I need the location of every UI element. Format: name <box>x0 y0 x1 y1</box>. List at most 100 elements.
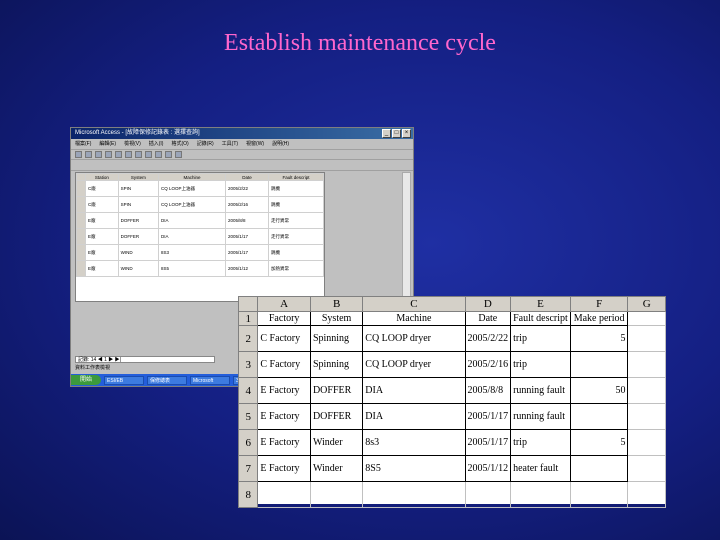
table-row[interactable]: E廠 WIND 8S5 2005/1/12 加熱異常 <box>76 260 324 277</box>
sheet-cell[interactable]: 2005/1/17 <box>464 429 512 456</box>
sheet-cell[interactable] <box>569 481 629 508</box>
table-cell[interactable]: 走行異常 <box>268 228 324 245</box>
taskbar-item[interactable]: 保修總表 <box>147 375 187 385</box>
sheet-cell[interactable]: DIA <box>362 403 466 430</box>
table-cell[interactable]: 跳機 <box>268 244 324 261</box>
sheet-cell[interactable]: 50 <box>569 377 629 404</box>
sheet-cell[interactable]: Spinning <box>309 351 364 378</box>
sheet-cell[interactable] <box>569 403 629 430</box>
sheet-cell[interactable] <box>362 481 466 508</box>
table-cell[interactable]: 2005/2/16 <box>225 196 269 213</box>
sheet-cell[interactable]: Machine <box>362 311 466 326</box>
sheet-cell[interactable]: Spinning <box>309 325 364 352</box>
table-cell[interactable]: 2005/1/17 <box>225 244 269 261</box>
row-number[interactable]: 2 <box>237 325 259 352</box>
table-cell[interactable]: SPIN <box>117 196 160 213</box>
column-letter[interactable]: D <box>464 296 512 312</box>
table-cell[interactable]: 2005/2/22 <box>225 180 269 197</box>
menu-item[interactable]: 編輯(E) <box>99 139 116 149</box>
table-cell[interactable]: 跳機 <box>268 196 324 213</box>
row-number[interactable]: 6 <box>237 429 259 456</box>
delete-icon[interactable] <box>175 151 182 158</box>
row-number[interactable]: 8 <box>237 481 259 508</box>
table-cell[interactable]: 8S3 <box>158 244 227 261</box>
sheet-cell[interactable]: Fault descript <box>510 311 571 326</box>
sheet-cell[interactable]: C Factory <box>257 325 311 352</box>
column-header[interactable]: Machine <box>158 173 227 181</box>
column-header[interactable]: Date <box>225 173 269 181</box>
sheet-cell[interactable]: 2005/1/12 <box>464 455 512 482</box>
sheet-cell[interactable]: trip <box>510 351 571 378</box>
table-cell[interactable]: CQ LOOP上油器 <box>158 196 227 213</box>
sheet-cell[interactable] <box>627 311 666 326</box>
sheet-cell[interactable]: 5 <box>569 429 629 456</box>
sheet-cell[interactable] <box>309 481 364 508</box>
sheet-cell[interactable]: E Factory <box>257 429 311 456</box>
table-cell[interactable]: E廠 <box>85 260 119 277</box>
row-number[interactable]: 1 <box>237 311 259 326</box>
table-row[interactable]: C廠 SPIN CQ LOOP上油器 2005/2/16 跳機 <box>76 196 324 213</box>
table-cell[interactable]: 2005/8/8 <box>225 212 269 229</box>
table-row[interactable]: E廠 DOFFER DIA 2005/8/8 走行異常 <box>76 212 324 229</box>
table-cell[interactable]: E廠 <box>85 244 119 261</box>
table-cell[interactable]: DOFFER <box>117 228 160 245</box>
column-letter[interactable]: F <box>569 296 629 312</box>
sheet-cell[interactable]: E Factory <box>257 403 311 430</box>
sheet-cell[interactable] <box>569 351 629 378</box>
sheet-cell[interactable] <box>257 481 311 508</box>
row-number[interactable]: 3 <box>237 351 259 378</box>
table-cell[interactable]: E廠 <box>85 212 119 229</box>
save-icon[interactable] <box>85 151 92 158</box>
sheet-cell[interactable]: running fault <box>510 377 571 404</box>
table-cell[interactable]: 跳機 <box>268 180 324 197</box>
table-row[interactable]: E廠 WIND 8S3 2005/1/17 跳機 <box>76 244 324 261</box>
column-letter[interactable]: E <box>510 296 571 312</box>
column-header[interactable]: System <box>117 173 160 181</box>
table-cell[interactable]: WIND <box>117 244 160 261</box>
sheet-cell[interactable]: C Factory <box>257 351 311 378</box>
row-number[interactable]: 4 <box>237 377 259 404</box>
row-number[interactable]: 5 <box>237 403 259 430</box>
sheet-cell[interactable]: DOFFER <box>309 403 364 430</box>
sheet-cell[interactable] <box>510 481 571 508</box>
record-selector[interactable] <box>76 180 86 197</box>
table-cell[interactable]: C廠 <box>85 196 119 213</box>
column-letter[interactable]: A <box>257 296 311 312</box>
table-cell[interactable]: SPIN <box>117 180 160 197</box>
sheet-cell[interactable]: 2005/2/22 <box>464 325 512 352</box>
find-icon[interactable] <box>155 151 162 158</box>
sheet-cell[interactable]: Factory <box>257 311 311 326</box>
sheet-cell[interactable]: 2005/1/17 <box>464 403 512 430</box>
menu-item[interactable]: 格式(O) <box>171 139 188 149</box>
table-cell[interactable]: WIND <box>117 260 160 277</box>
sheet-cell[interactable]: 2005/8/8 <box>464 377 512 404</box>
sort-icon[interactable] <box>135 151 142 158</box>
column-header[interactable]: Fault descript <box>268 173 324 181</box>
menu-item[interactable]: 說明(H) <box>272 139 289 149</box>
record-selector[interactable] <box>76 260 86 277</box>
maximize-icon[interactable]: □ <box>392 129 401 138</box>
column-letter[interactable]: B <box>309 296 364 312</box>
table-cell[interactable]: C廠 <box>85 180 119 197</box>
sheet-cell[interactable] <box>569 455 629 482</box>
sheet-cell[interactable]: heater fault <box>510 455 571 482</box>
new-record-icon[interactable] <box>165 151 172 158</box>
close-icon[interactable]: × <box>402 129 411 138</box>
table-cell[interactable]: DOFFER <box>117 212 160 229</box>
table-cell[interactable]: CQ LOOP上油器 <box>158 180 227 197</box>
sheet-cell[interactable] <box>627 429 666 456</box>
table-cell[interactable]: 8S5 <box>158 260 227 277</box>
sheet-cell[interactable]: trip <box>510 429 571 456</box>
table-cell[interactable]: 走行異常 <box>268 212 324 229</box>
table-cell[interactable]: 2005/1/12 <box>225 260 269 277</box>
select-all-corner[interactable] <box>237 296 259 312</box>
taskbar-item[interactable]: ESI/EB <box>104 375 144 385</box>
sheet-cell[interactable]: 2005/2/16 <box>464 351 512 378</box>
sheet-cell[interactable] <box>627 377 666 404</box>
column-letter[interactable]: G <box>627 296 666 312</box>
table-cell[interactable]: 加熱異常 <box>268 260 324 277</box>
sheet-cell[interactable]: DOFFER <box>309 377 364 404</box>
row-number[interactable]: 7 <box>237 455 259 482</box>
menu-item[interactable]: 工具(T) <box>222 139 238 149</box>
record-selector[interactable] <box>76 196 86 213</box>
